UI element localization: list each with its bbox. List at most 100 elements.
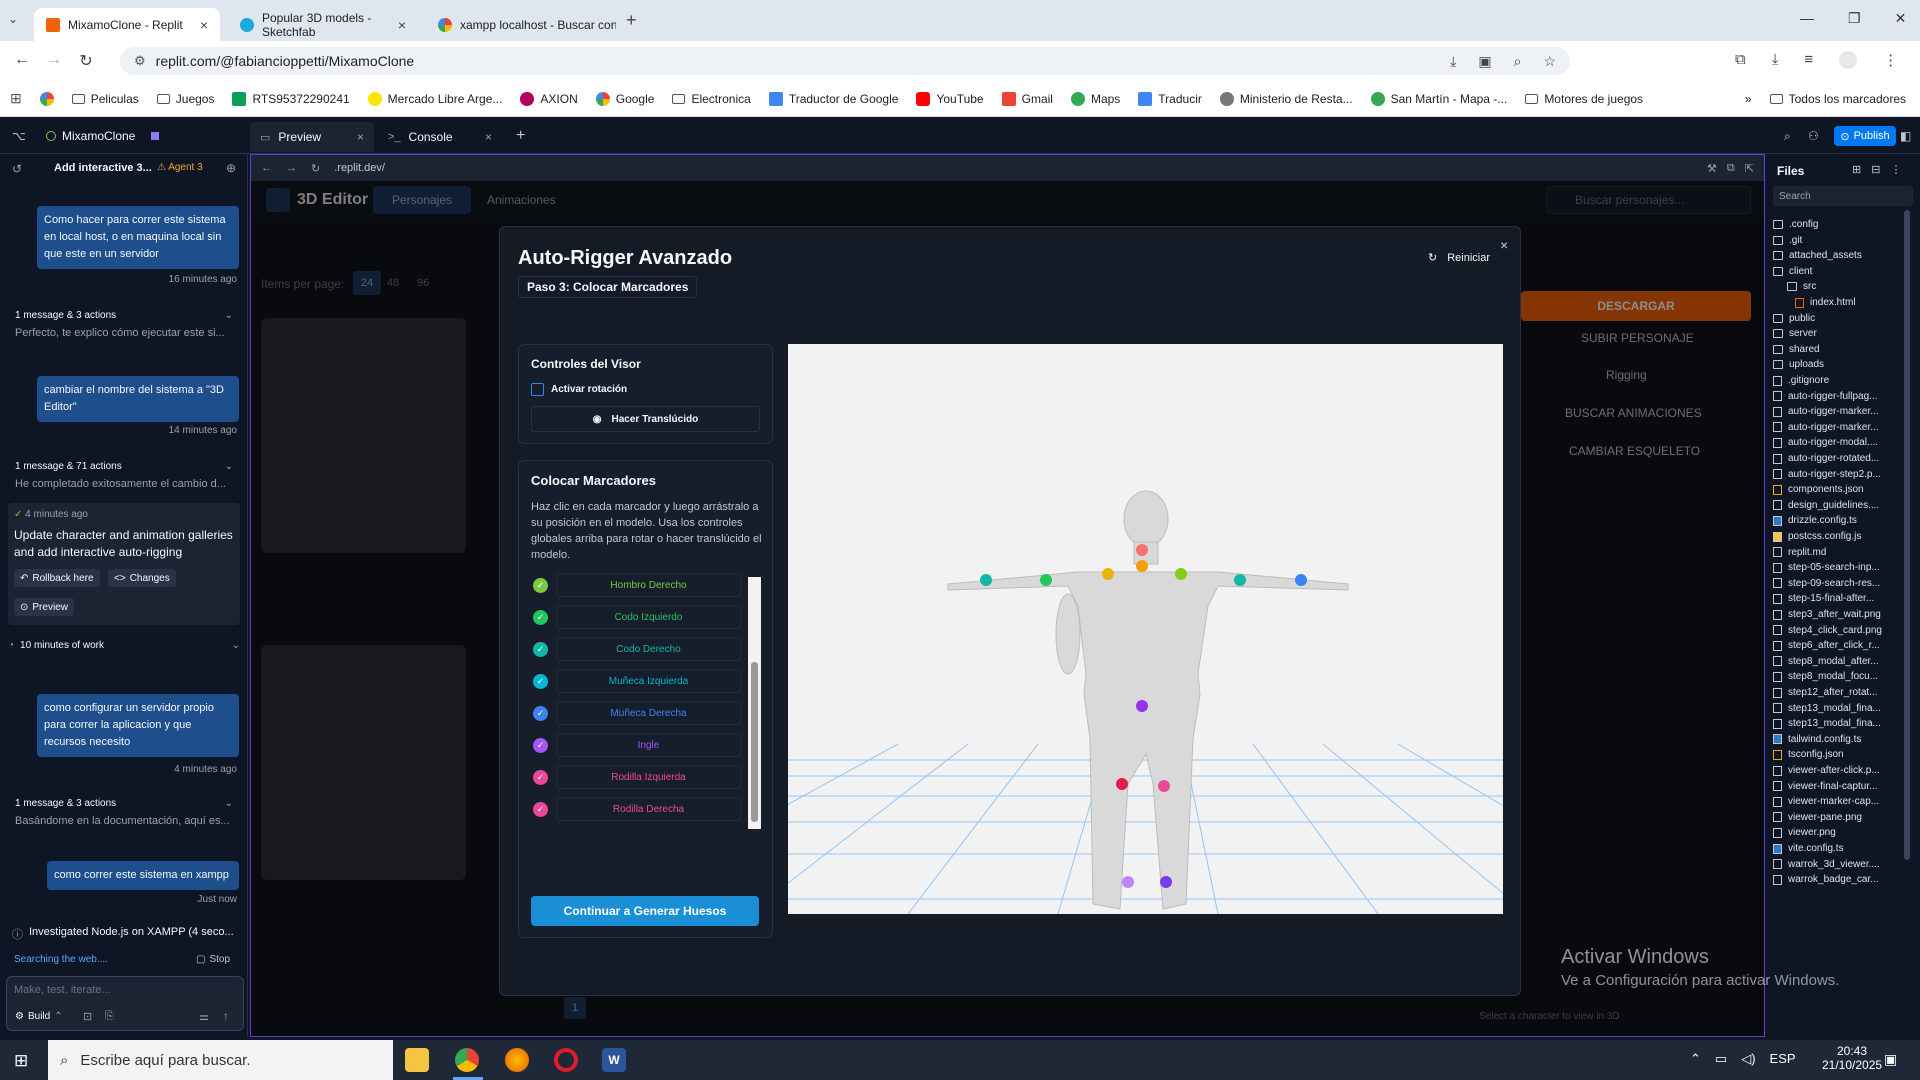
build-mode-button[interactable]: ⚙ Build ⌃ xyxy=(15,1011,63,1022)
file-item[interactable]: index.html xyxy=(1795,294,1856,311)
address-bar[interactable]: ⚙ replit.com/@fabiancioppetti/MixamoClon… xyxy=(120,47,1570,75)
reload-icon[interactable]: ↻ xyxy=(311,162,320,175)
file-item[interactable]: auto-rigger-step2.p... xyxy=(1773,466,1881,483)
marker-dot[interactable] xyxy=(1136,700,1148,712)
bookmark-item[interactable]: Ministerio de Resta... xyxy=(1219,91,1353,106)
file-item[interactable]: design_guidelines.... xyxy=(1773,497,1879,514)
close-icon[interactable]: × xyxy=(1500,237,1508,253)
marker-dot[interactable] xyxy=(1160,876,1172,888)
site-info-icon[interactable]: ⚙ xyxy=(134,53,146,69)
opera-icon[interactable] xyxy=(554,1048,578,1072)
translucent-button[interactable]: ◉ Hacer Translúcido xyxy=(531,406,760,432)
file-item[interactable]: auto-rigger-modal.... xyxy=(1773,434,1878,451)
file-item[interactable]: auto-rigger-marker... xyxy=(1773,419,1879,436)
chat-input-box[interactable]: Make, test, iterate... ⚙ Build ⌃ ⊡ ⎘ ⚌ ↑ xyxy=(6,976,244,1031)
bookmark-item[interactable]: Google xyxy=(595,91,654,106)
file-item[interactable]: step6_after_click_r... xyxy=(1773,637,1880,654)
forward-icon[interactable]: → xyxy=(40,51,68,71)
file-item[interactable]: drizzle.config.ts xyxy=(1773,512,1857,529)
word-icon[interactable]: W xyxy=(602,1048,626,1072)
file-item[interactable]: vite.config.ts xyxy=(1773,840,1844,857)
marker-item[interactable]: ✓ Codo Izquierdo xyxy=(533,603,751,631)
folder-item[interactable]: client xyxy=(1773,263,1812,280)
marker-item[interactable]: ✓ Codo Derecho xyxy=(533,635,751,663)
bookmark-item[interactable]: Motores de juegos xyxy=(1525,92,1643,106)
folder-item[interactable]: uploads xyxy=(1773,356,1824,373)
marker-dot[interactable] xyxy=(1136,544,1148,556)
notifications-icon[interactable]: ▣ xyxy=(1884,1051,1897,1068)
marker-dot[interactable] xyxy=(1136,560,1148,572)
file-item[interactable]: step8_modal_after... xyxy=(1773,653,1879,670)
marker-label[interactable]: Ingle xyxy=(556,733,741,757)
marker-label[interactable]: Hombro Derecho xyxy=(556,573,741,597)
install-icon[interactable]: ▣ xyxy=(1478,53,1491,70)
viewer-canvas[interactable] xyxy=(788,344,1503,914)
folder-item[interactable]: src xyxy=(1787,278,1816,295)
bookmark-item[interactable]: Maps xyxy=(1070,91,1120,106)
open-new-tab-icon[interactable]: ⇱ xyxy=(1745,162,1754,175)
bookmark-item[interactable]: AXION xyxy=(520,91,578,106)
bookmark-item[interactable]: Traductor de Google xyxy=(768,91,898,106)
back-icon[interactable]: ← xyxy=(8,51,36,71)
marker-dot[interactable] xyxy=(1234,574,1246,586)
file-item[interactable]: tailwind.config.ts xyxy=(1773,731,1861,748)
send-icon[interactable]: ↑ xyxy=(223,1009,229,1023)
replit-menu-icon[interactable]: ⌥ xyxy=(12,118,26,154)
file-explorer-icon[interactable] xyxy=(405,1048,429,1072)
media-icon[interactable]: ≡ xyxy=(1804,51,1813,69)
devtools-icon[interactable]: ⚒ xyxy=(1707,162,1717,175)
preview-button[interactable]: ⊙ Preview xyxy=(14,598,74,616)
file-item[interactable]: step13_modal_fina... xyxy=(1773,700,1881,717)
file-item[interactable]: step13_modal_fina... xyxy=(1773,715,1881,732)
search-icon[interactable]: ⌕ xyxy=(1784,118,1791,154)
file-item[interactable]: step-15-final-after... xyxy=(1773,590,1874,607)
rigging-3d-viewer[interactable] xyxy=(788,344,1503,914)
marker-dot[interactable] xyxy=(1116,778,1128,790)
new-chat-icon[interactable]: ⊕ xyxy=(226,161,236,175)
file-item[interactable]: replit.md xyxy=(1773,544,1826,561)
rollback-button[interactable]: ↶ Rollback here xyxy=(14,569,100,587)
close-tab-icon[interactable]: × xyxy=(485,130,492,144)
download-icon[interactable]: ⤓ xyxy=(1450,53,1456,70)
continue-button[interactable]: Continuar a Generar Huesos xyxy=(531,896,759,926)
stop-button[interactable]: ▢ Stop xyxy=(196,954,230,965)
minimize-icon[interactable]: — xyxy=(1800,10,1814,27)
marker-item[interactable]: ✓ Ingle xyxy=(533,731,751,759)
publish-button[interactable]: ⊙ Publish xyxy=(1834,126,1896,146)
file-item[interactable]: viewer-after-click.p... xyxy=(1773,762,1880,779)
file-item[interactable]: step-05-search-inp... xyxy=(1773,559,1880,576)
extensions-icon[interactable]: ⧉ xyxy=(1735,51,1746,69)
marker-label[interactable]: Muñeca Derecha xyxy=(556,701,741,725)
file-item[interactable]: step12_after_rotat... xyxy=(1773,684,1878,701)
invite-icon[interactable]: ⚇ xyxy=(1808,118,1819,154)
bookmark-star-icon[interactable]: ☆ xyxy=(1543,53,1556,70)
tab-search-icon[interactable]: ⌄ xyxy=(8,12,18,26)
chevron-down-icon[interactable]: ⌄ xyxy=(225,310,233,321)
layout-toggle-icon[interactable]: ◧ xyxy=(1900,118,1911,154)
actions-summary[interactable]: 1 message & 3 actions xyxy=(15,798,116,809)
add-tab-icon[interactable]: + xyxy=(516,118,525,154)
files-scrollbar[interactable] xyxy=(1904,210,1910,860)
bookmark-google-g[interactable] xyxy=(39,91,54,106)
marker-item[interactable]: ✓ Muñeca Izquierda xyxy=(533,667,751,695)
browser-tab-replit[interactable]: MixamoClone - Replit × xyxy=(34,8,220,41)
browser-tab-sketchfab[interactable]: Popular 3D models - Sketchfab × xyxy=(228,8,418,41)
marker-dot[interactable] xyxy=(1295,574,1307,586)
marker-item[interactable]: ✓ Rodilla Izquierda xyxy=(533,763,751,791)
preview-url[interactable]: .replit.dev/ xyxy=(334,162,385,174)
file-item[interactable]: viewer-final-captur... xyxy=(1773,778,1877,795)
settings-icon[interactable]: ⚌ xyxy=(199,1010,209,1023)
marker-label[interactable]: Rodilla Derecha xyxy=(556,797,741,821)
marker-dot[interactable] xyxy=(1175,568,1187,580)
marker-item[interactable]: ✓Tobillo Izquierdo xyxy=(533,827,751,829)
file-item[interactable]: auto-rigger-fullpag... xyxy=(1773,388,1878,405)
zoom-icon[interactable]: ⌕ xyxy=(1514,53,1522,70)
close-tab-icon[interactable]: × xyxy=(200,17,208,33)
file-item[interactable]: step3_after_wait.png xyxy=(1773,606,1881,623)
actions-summary[interactable]: 1 message & 3 actions xyxy=(15,310,116,321)
bookmark-item[interactable]: Electronica xyxy=(672,92,751,106)
bookmark-item[interactable]: Peliculas xyxy=(71,92,139,106)
file-item[interactable]: step8_modal_focu... xyxy=(1773,668,1878,685)
file-item[interactable]: viewer-marker-cap... xyxy=(1773,793,1879,810)
show-hidden-icons[interactable]: ⌃ xyxy=(1690,1051,1701,1067)
